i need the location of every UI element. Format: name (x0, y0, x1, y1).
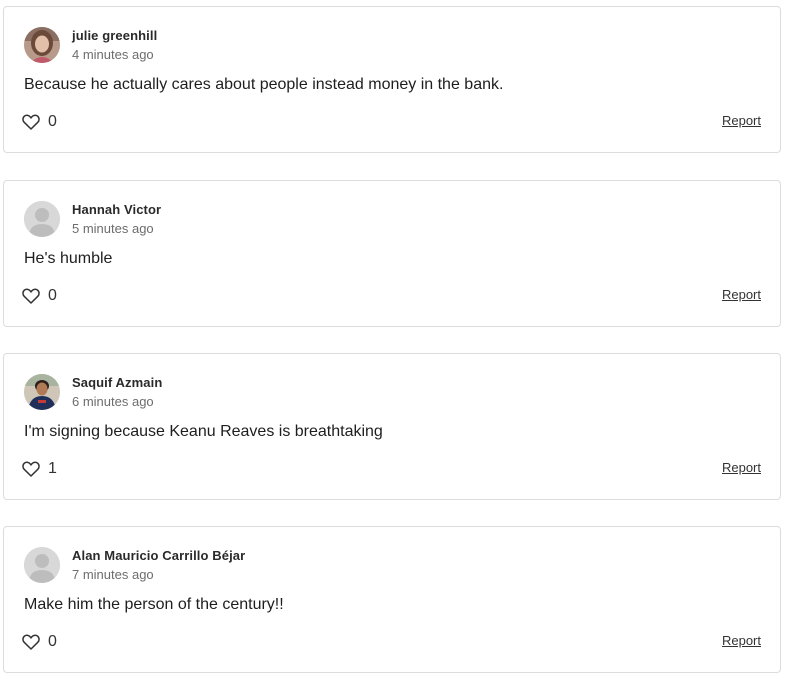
like-button[interactable]: 0 (22, 111, 57, 133)
avatar[interactable] (24, 374, 60, 410)
comment-text: He's humble (24, 250, 113, 267)
comment-author: Alan Mauricio Carrillo Béjar (72, 548, 246, 563)
comment-timestamp: 5 minutes ago (72, 221, 154, 236)
comment-author: Saquif Azmain (72, 375, 163, 390)
user-photo-icon (24, 374, 60, 410)
avatar[interactable] (24, 547, 60, 583)
comment-timestamp: 6 minutes ago (72, 394, 154, 409)
comment-card: julie greenhill 4 minutes ago Because he… (3, 6, 781, 153)
comment-timestamp: 4 minutes ago (72, 47, 154, 62)
default-user-icon (24, 547, 60, 583)
report-link[interactable]: Report (722, 287, 761, 302)
comment-author: julie greenhill (72, 28, 158, 43)
comment-card: Hannah Victor 5 minutes ago He's humble … (3, 180, 781, 327)
comment-author: Hannah Victor (72, 202, 162, 217)
report-link[interactable]: Report (722, 113, 761, 128)
default-user-icon (24, 201, 60, 237)
like-count: 0 (48, 633, 57, 650)
heart-outline-icon (22, 634, 40, 650)
like-count: 0 (48, 113, 57, 130)
comment-text: I'm signing because Keanu Reaves is brea… (24, 423, 383, 440)
heart-outline-icon (22, 461, 40, 477)
user-photo-icon (24, 27, 60, 63)
like-button[interactable]: 1 (22, 458, 57, 480)
like-button[interactable]: 0 (22, 285, 57, 307)
avatar[interactable] (24, 27, 60, 63)
comment-text: Because he actually cares about people i… (24, 76, 504, 93)
comment-timestamp: 7 minutes ago (72, 567, 154, 582)
like-button[interactable]: 0 (22, 631, 57, 653)
heart-outline-icon (22, 114, 40, 130)
heart-outline-icon (22, 288, 40, 304)
comment-text: Make him the person of the century!! (24, 596, 284, 613)
like-count: 1 (48, 460, 57, 477)
comment-card: Alan Mauricio Carrillo Béjar 7 minutes a… (3, 526, 781, 673)
like-count: 0 (48, 287, 57, 304)
avatar[interactable] (24, 201, 60, 237)
report-link[interactable]: Report (722, 633, 761, 648)
report-link[interactable]: Report (722, 460, 761, 475)
comment-card: Saquif Azmain 6 minutes ago I'm signing … (3, 353, 781, 500)
